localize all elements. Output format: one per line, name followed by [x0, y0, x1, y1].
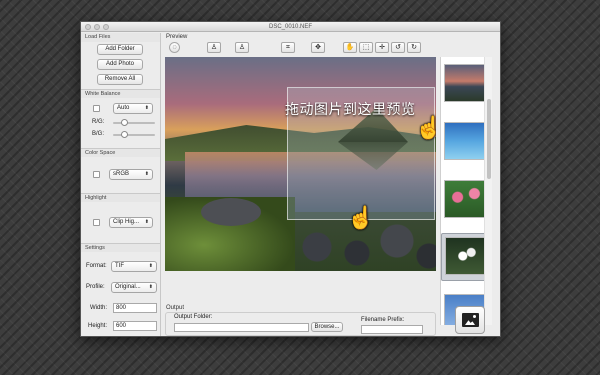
output-folder-field[interactable]: [174, 323, 309, 332]
mountain-reflection: [338, 142, 408, 170]
landscape-rock: [201, 198, 261, 226]
thumbnail-scrollbar[interactable]: [484, 57, 492, 325]
filename-prefix-field[interactable]: [361, 325, 423, 334]
thumbnail-image: [444, 64, 488, 102]
fit-icon[interactable]: ⌗: [281, 42, 295, 53]
preview-toolbar: ◌ ♙ ♙ ⌗ ✥ ✋ ⬚ ✛ ↺ ↻: [163, 42, 433, 54]
white-balance-checkbox[interactable]: [93, 105, 100, 112]
zoom-window-button[interactable]: [103, 24, 109, 30]
rotate-right-icon[interactable]: ↻: [407, 42, 421, 53]
chevron-updown-icon: ⬍: [148, 284, 153, 290]
preview-title: Preview: [166, 34, 188, 40]
white-balance-select[interactable]: Auto ⬍: [113, 103, 153, 114]
person-right-icon[interactable]: ♙: [235, 42, 249, 53]
white-balance-title: White Balance: [81, 89, 160, 98]
drag-hint-text: 拖动图片到这里预览: [285, 102, 416, 118]
thumbnail-image: [444, 180, 488, 218]
spinner-icon[interactable]: ◌: [169, 42, 180, 53]
load-files-title: Load Files: [81, 33, 160, 42]
close-window-button[interactable]: [85, 24, 91, 30]
profile-select[interactable]: Original... ⬍: [111, 282, 157, 293]
drag-hand-icon: ☝: [415, 115, 436, 140]
add-folder-button[interactable]: Add Folder: [97, 44, 143, 55]
crop-icon[interactable]: ⬚: [359, 42, 373, 53]
chevron-updown-icon: ⬍: [144, 105, 149, 111]
add-photo-button[interactable]: Add Photo: [97, 59, 143, 70]
rg-label: R/G:: [92, 119, 105, 125]
fullscreen-icon[interactable]: ✥: [311, 42, 325, 53]
output-title: Output: [166, 305, 185, 311]
width-label: Width:: [90, 305, 108, 311]
thumbnail-strip[interactable]: [440, 57, 492, 325]
chevron-updown-icon: ⬍: [144, 219, 149, 225]
highlight-checkbox[interactable]: [93, 219, 100, 226]
filename-prefix-label: Filename Prefix:: [361, 317, 405, 323]
window-controls: [85, 24, 109, 30]
drag-hand-icon: ☝: [347, 205, 375, 230]
export-image-icon: [462, 313, 479, 327]
height-field[interactable]: 600: [113, 321, 157, 331]
convert-button[interactable]: [455, 306, 485, 334]
rotate-left-icon[interactable]: ↺: [391, 42, 405, 53]
settings-title: Settings: [81, 243, 160, 252]
hand-tool-icon[interactable]: ✋: [343, 42, 357, 53]
window-title: DSC_0010.NEF: [268, 24, 313, 30]
scrollbar-thumb[interactable]: [487, 99, 491, 179]
remove-all-button[interactable]: Remove All: [97, 74, 143, 85]
output-folder-label: Output Folder:: [174, 314, 213, 320]
thumbnail-image: [445, 237, 489, 275]
rg-slider-track[interactable]: [113, 122, 155, 124]
browse-button[interactable]: Browse...: [311, 322, 343, 332]
chevron-updown-icon: ⬍: [148, 263, 153, 269]
app-window: DSC_0010.NEF Load Files Add Folder Add P…: [80, 21, 501, 337]
title-bar: DSC_0010.NEF: [81, 22, 500, 32]
color-space-checkbox[interactable]: [93, 171, 100, 178]
height-label: Height:: [88, 323, 108, 329]
color-space-select[interactable]: sRGB ⬍: [109, 169, 153, 180]
bg-slider-track[interactable]: [113, 134, 155, 136]
format-select[interactable]: TIF ⬍: [111, 261, 157, 272]
color-space-title: Color Space: [81, 148, 160, 157]
preview-canvas[interactable]: 拖动图片到这里预览 ☝ ☝: [165, 57, 436, 271]
crosshair-icon[interactable]: ✛: [375, 42, 389, 53]
rg-slider-knob[interactable]: [121, 119, 128, 126]
format-label: Format:: [86, 263, 107, 269]
output-panel: Output Folder: Browse... Filename Prefix…: [165, 312, 436, 336]
thumbnail-image: [444, 122, 488, 160]
highlight-select[interactable]: Clip Hig... ⬍: [109, 217, 153, 228]
bg-slider-knob[interactable]: [121, 131, 128, 138]
bg-label: B/G:: [92, 131, 105, 137]
highlight-title: Highlight: [81, 193, 160, 202]
person-left-icon[interactable]: ♙: [207, 42, 221, 53]
settings-sidebar: Load Files Add Folder Add Photo Remove A…: [81, 33, 161, 336]
profile-label: Profile:: [86, 284, 105, 290]
minimize-window-button[interactable]: [94, 24, 100, 30]
chevron-updown-icon: ⬍: [144, 171, 149, 177]
width-field[interactable]: 800: [113, 303, 157, 313]
